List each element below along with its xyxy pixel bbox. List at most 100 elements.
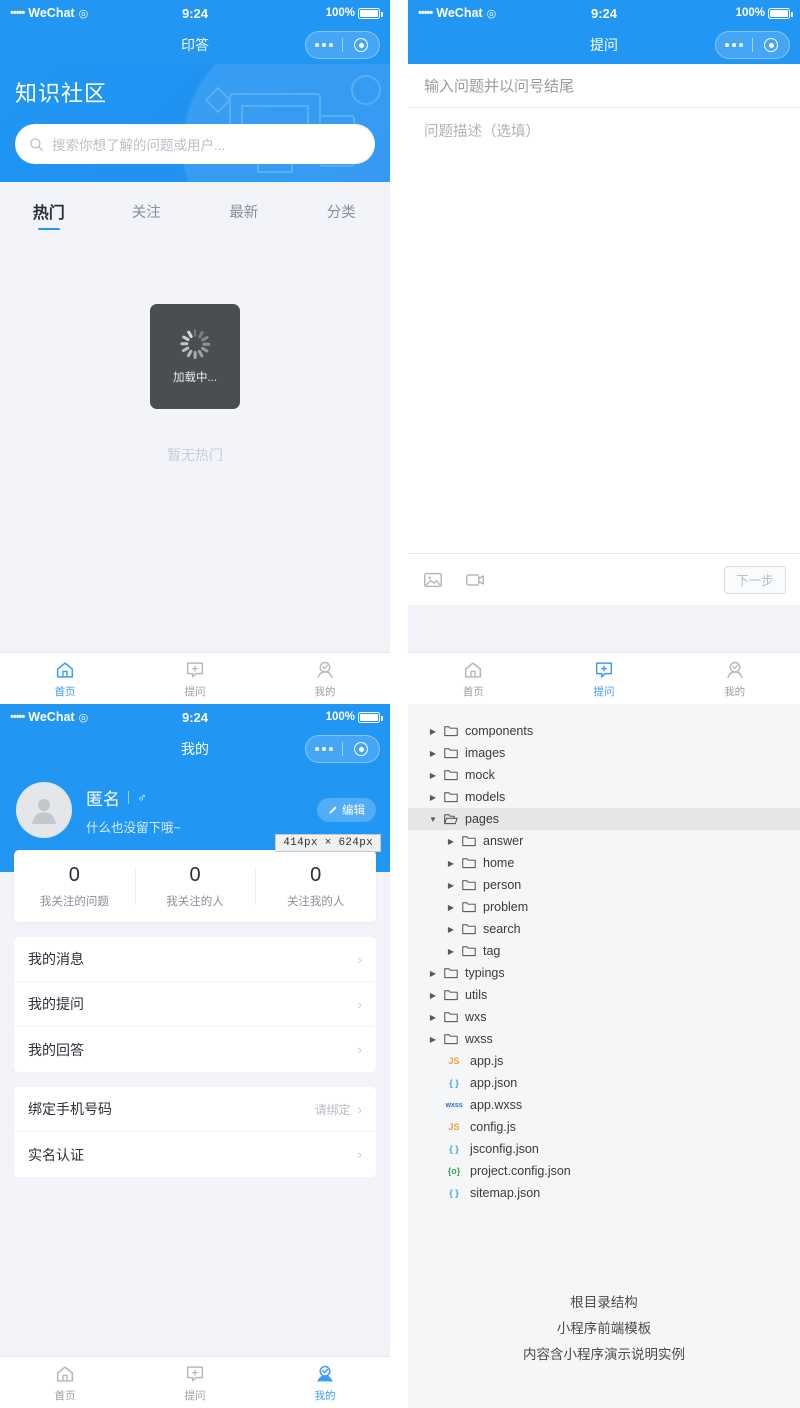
tree-folder-row[interactable]: ▶ answer [428,830,800,852]
close-target-icon[interactable] [753,38,789,52]
stat-following-people[interactable]: 0 我关注的人 [134,864,256,909]
avatar[interactable] [16,782,72,838]
chevron-right-icon: › [357,1101,362,1117]
tabbar-item-ask[interactable]: 提问 [130,1363,260,1403]
more-menu-icon[interactable] [306,747,342,751]
chevron-right-icon[interactable]: ▶ [428,1013,438,1022]
stat-value: 0 [310,864,322,886]
wechat-capsule-button[interactable] [305,31,380,59]
close-target-icon[interactable] [343,742,379,756]
empty-state-text: 暂无热门 [167,447,223,463]
profile-stats-card: 0 我关注的问题 0 我关注的人 0 关注我的人 [14,850,376,922]
video-icon[interactable] [464,569,486,591]
tree-folder-row[interactable]: ▶ models [428,786,800,808]
signal-dots-icon: ••••• [418,7,433,19]
file-type-icon: wxss [445,1101,463,1109]
tabbar-item-home[interactable]: 首页 [408,659,539,699]
tree-file-row[interactable]: wxss app.wxss [428,1094,800,1116]
tabbar-item-ask[interactable]: 提问 [539,659,670,699]
next-step-button[interactable]: 下一步 [724,565,786,594]
tree-file-row[interactable]: { } app.json [428,1072,800,1094]
file-type-icon: { } [449,1078,459,1088]
tree-folder-row[interactable]: ▶ problem [428,896,800,918]
battery-percent-label: 100% [735,7,765,19]
tree-file-row[interactable]: JS app.js [428,1050,800,1072]
tabbar-item-home[interactable]: 首页 [0,659,130,699]
chevron-right-icon[interactable]: ▶ [446,947,456,956]
question-title-input[interactable]: 输入问题并以问号结尾 [408,64,800,108]
chevron-right-icon[interactable]: ▶ [428,793,438,802]
tree-folder-row[interactable]: ▶ utils [428,984,800,1006]
more-menu-icon[interactable] [306,43,342,47]
tree-folder-row[interactable]: ▶ tag [428,940,800,962]
battery-percent-label: 100% [325,711,355,723]
tabbar-profile: 首页 提问 我的 [0,1356,390,1408]
chevron-right-icon[interactable]: ▶ [446,903,456,912]
menu-right: › [358,998,362,1011]
chevron-right-icon[interactable]: ▶ [428,969,438,978]
image-icon[interactable] [422,569,444,591]
chevron-down-icon[interactable]: ▼ [428,815,438,824]
tree-file-row[interactable]: { } jsconfig.json [428,1138,800,1160]
tabbar-item-mine[interactable]: 我的 [669,659,800,699]
nav-title: 印答 [181,37,209,53]
tree-folder-row[interactable]: ▶ home [428,852,800,874]
tabbar-item-mine[interactable]: 我的 [260,1363,390,1403]
nav-title: 我的 [181,741,209,757]
tabbar-item-ask[interactable]: 提问 [130,659,260,699]
edit-profile-button[interactable]: 编辑 [317,798,376,822]
chevron-right-icon[interactable]: ▶ [446,837,456,846]
nav-title: 提问 [590,37,618,53]
tree-folder-row[interactable]: ▶ wxss [428,1028,800,1050]
stat-followers[interactable]: 0 关注我的人 [255,864,376,909]
tree-node-label: app.wxss [470,1098,523,1112]
tree-folder-row[interactable]: ▶ typings [428,962,800,984]
chevron-right-icon[interactable]: ▶ [446,881,456,890]
more-menu-icon[interactable] [716,43,752,47]
tree-file-row[interactable]: {o} project.config.json [428,1160,800,1182]
chevron-right-icon[interactable]: ▶ [428,771,438,780]
tree-folder-row[interactable]: ▶ search [428,918,800,940]
tab-category[interactable]: 分类 [293,182,391,240]
carrier-label: WeChat [436,6,483,20]
tree-folder-row[interactable]: ▶ images [428,742,800,764]
close-target-icon[interactable] [343,38,379,52]
wechat-capsule-button[interactable] [305,735,380,763]
chevron-right-icon[interactable]: ▶ [446,859,456,868]
chevron-right-icon[interactable]: ▶ [428,1035,438,1044]
chevron-right-icon: › [357,951,362,967]
tree-folder-row[interactable]: ▶ person [428,874,800,896]
menu-label: 我的回答 [28,1041,84,1058]
tabbar-item-mine[interactable]: 我的 [260,659,390,699]
wechat-capsule-button[interactable] [715,31,790,59]
tab-follow[interactable]: 关注 [98,182,196,240]
chevron-right-icon[interactable]: ▶ [446,925,456,934]
menu-item-real-name-auth[interactable]: 实名认证 › [14,1132,376,1177]
tree-folder-row[interactable]: ▶ components [428,720,800,742]
tree-file-row[interactable]: { } sitemap.json [428,1182,800,1204]
tree-folder-row[interactable]: ▶ wxs [428,1006,800,1028]
question-desc-input[interactable]: 问题描述（选填） [408,108,800,141]
menu-item-my-answers[interactable]: 我的回答 › [14,1027,376,1072]
tree-file-row[interactable]: JS config.js [428,1116,800,1138]
tree-folder-row[interactable]: ▼ pages [408,808,800,830]
menu-item-bind-phone[interactable]: 绑定手机号码 请绑定 › [14,1087,376,1132]
stat-label: 我关注的问题 [39,896,109,908]
menu-right: 请绑定 › [315,1101,362,1118]
stat-followed-questions[interactable]: 0 我关注的问题 [14,864,135,909]
tab-latest[interactable]: 最新 [195,182,293,240]
chevron-right-icon[interactable]: ▶ [428,991,438,1000]
tree-folder-row[interactable]: ▶ mock [428,764,800,786]
menu-item-my-questions[interactable]: 我的提问 › [14,982,376,1027]
tree-node-label: models [465,790,506,804]
tab-hot[interactable]: 热门 [0,182,98,240]
menu-item-my-messages[interactable]: 我的消息 › [14,937,376,982]
status-bar-battery-group: 100% [326,7,383,19]
wifi-icon: ◎ [78,711,89,724]
tabbar-item-home[interactable]: 首页 [0,1363,130,1403]
file-type-icon: { } [449,1144,459,1154]
chevron-right-icon[interactable]: ▶ [428,727,438,736]
search-input[interactable]: 搜索你想了解的问题或用户... [15,124,375,164]
chevron-right-icon[interactable]: ▶ [428,749,438,758]
tabbar-label: 首页 [54,1389,76,1402]
